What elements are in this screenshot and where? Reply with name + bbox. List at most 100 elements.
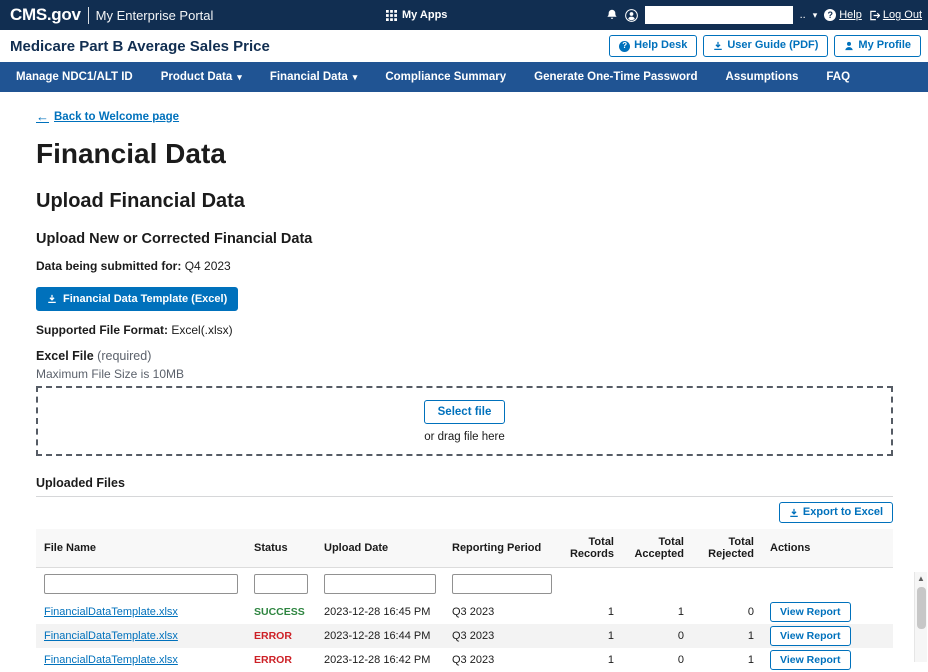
upload-date-cell: 2023-12-28 16:44 PM bbox=[316, 630, 444, 642]
reporting-period-cell: Q3 2023 bbox=[444, 630, 560, 642]
download-icon bbox=[47, 294, 57, 304]
user-guide-label: User Guide (PDF) bbox=[727, 39, 818, 52]
my-apps-label: My Apps bbox=[402, 9, 447, 21]
top-bar-branding: CMS.gov My Enterprise Portal bbox=[10, 5, 213, 25]
help-desk-question-icon: ? bbox=[619, 41, 630, 52]
cms-logo[interactable]: CMS.gov bbox=[10, 5, 81, 25]
upload-date-cell: 2023-12-28 16:42 PM bbox=[316, 654, 444, 666]
financial-data-template-button[interactable]: Financial Data Template (Excel) bbox=[36, 287, 238, 311]
back-to-welcome-link[interactable]: ← Back to Welcome page bbox=[36, 109, 179, 124]
column-header-total-accepted[interactable]: Total Accepted bbox=[622, 529, 692, 567]
section-title: Upload Financial Data bbox=[36, 190, 893, 213]
user-name-truncation: .. bbox=[800, 9, 806, 21]
total-rejected-cell: 1 bbox=[692, 654, 762, 666]
nav-item-assumptions[interactable]: Assumptions bbox=[712, 62, 813, 92]
column-header-actions: Actions bbox=[762, 535, 893, 561]
column-header-total-records[interactable]: Total Records bbox=[560, 529, 622, 567]
file-name-link[interactable]: FinancialDataTemplate.xlsx bbox=[44, 630, 178, 642]
uploaded-files-title: Uploaded Files bbox=[36, 476, 893, 490]
top-bar-utilities: .. ▾ ? Help Log Out bbox=[606, 6, 922, 24]
export-button-label: Export to Excel bbox=[803, 506, 883, 519]
nav-item-manage-ndc-alt-id[interactable]: Manage NDC1/ALT ID bbox=[2, 62, 147, 92]
table-body: FinancialDataTemplate.xlsx SUCCESS 2023-… bbox=[36, 600, 893, 672]
column-header-reporting-period[interactable]: Reporting Period bbox=[444, 535, 560, 561]
excel-file-line: Excel File (required) bbox=[36, 349, 893, 363]
nav-label: Assumptions bbox=[726, 71, 799, 83]
app-header-bar: Medicare Part B Average Sales Price ? He… bbox=[0, 30, 928, 62]
app-title: Medicare Part B Average Sales Price bbox=[10, 38, 270, 55]
table-row: FinancialDataTemplate.xlsx ERROR 2023-12… bbox=[36, 648, 893, 672]
table-scrollbar[interactable]: ▲ bbox=[914, 572, 927, 662]
total-rejected-cell: 0 bbox=[692, 606, 762, 618]
user-menu-chevron-down-icon[interactable]: ▾ bbox=[813, 11, 818, 20]
drag-file-hint: or drag file here bbox=[424, 431, 505, 443]
scrollbar-thumb[interactable] bbox=[917, 587, 926, 629]
submitted-for-value: Q4 2023 bbox=[185, 259, 231, 273]
help-label: Help bbox=[839, 9, 862, 21]
filter-upload-date-input[interactable] bbox=[324, 574, 436, 594]
supported-format-label: Supported File Format: bbox=[36, 323, 168, 337]
nav-item-generate-otp[interactable]: Generate One-Time Password bbox=[520, 62, 711, 92]
column-header-upload-date[interactable]: Upload Date bbox=[316, 535, 444, 561]
column-header-total-rejected[interactable]: Total Rejected bbox=[692, 529, 762, 567]
file-name-link[interactable]: FinancialDataTemplate.xlsx bbox=[44, 606, 178, 618]
column-header-file-name[interactable]: File Name bbox=[36, 535, 246, 561]
back-link-label: Back to Welcome page bbox=[54, 111, 179, 123]
main-navigation: Manage NDC1/ALT ID Product Data▾ Financi… bbox=[0, 62, 928, 92]
table-row: FinancialDataTemplate.xlsx SUCCESS 2023-… bbox=[36, 600, 893, 624]
filter-status-input[interactable] bbox=[254, 574, 308, 594]
top-bar: CMS.gov My Enterprise Portal My Apps .. … bbox=[0, 0, 928, 30]
logout-link[interactable]: Log Out bbox=[869, 9, 922, 21]
submitted-for-line: Data being submitted for: Q4 2023 bbox=[36, 259, 893, 273]
portal-name: My Enterprise Portal bbox=[96, 8, 214, 23]
supported-format-line: Supported File Format: Excel(.xlsx) bbox=[36, 323, 893, 337]
logout-label: Log Out bbox=[883, 9, 922, 21]
nav-label: Compliance Summary bbox=[385, 71, 506, 83]
status-badge: SUCCESS bbox=[246, 606, 316, 618]
submitted-for-label: Data being submitted for: bbox=[36, 259, 181, 273]
column-header-status[interactable]: Status bbox=[246, 535, 316, 561]
select-file-button[interactable]: Select file bbox=[424, 400, 506, 424]
nav-label: FAQ bbox=[826, 71, 850, 83]
help-desk-button[interactable]: ? Help Desk bbox=[609, 35, 697, 56]
nav-label: Product Data bbox=[161, 71, 233, 83]
download-icon bbox=[789, 508, 799, 518]
excel-file-label: Excel File bbox=[36, 349, 94, 363]
nav-item-compliance-summary[interactable]: Compliance Summary bbox=[371, 62, 520, 92]
user-avatar-icon[interactable] bbox=[625, 9, 638, 22]
nav-item-financial-data[interactable]: Financial Data▾ bbox=[256, 62, 372, 92]
left-arrow-icon: ← bbox=[36, 109, 49, 124]
file-dropzone[interactable]: Select file or drag file here bbox=[36, 386, 893, 456]
user-guide-button[interactable]: User Guide (PDF) bbox=[703, 35, 828, 56]
status-badge: ERROR bbox=[246, 630, 316, 642]
export-to-excel-button[interactable]: Export to Excel bbox=[779, 502, 893, 523]
help-link[interactable]: ? Help bbox=[824, 9, 862, 21]
nav-item-faq[interactable]: FAQ bbox=[812, 62, 864, 92]
subsection-title: Upload New or Corrected Financial Data bbox=[36, 231, 893, 247]
total-records-cell: 1 bbox=[560, 630, 622, 642]
profile-person-icon bbox=[844, 41, 854, 51]
download-icon bbox=[713, 41, 723, 51]
table-header-row: File Name Status Upload Date Reporting P… bbox=[36, 529, 893, 568]
nav-label: Generate One-Time Password bbox=[534, 71, 697, 83]
help-desk-label: Help Desk bbox=[634, 39, 687, 52]
filter-file-name-input[interactable] bbox=[44, 574, 238, 594]
nav-item-product-data[interactable]: Product Data▾ bbox=[147, 62, 256, 92]
my-profile-button[interactable]: My Profile bbox=[834, 35, 921, 56]
notifications-bell-icon[interactable] bbox=[606, 9, 618, 21]
file-name-link[interactable]: FinancialDataTemplate.xlsx bbox=[44, 654, 178, 666]
header-actions: ? Help Desk User Guide (PDF) My Profile bbox=[609, 35, 921, 56]
filter-reporting-period-input[interactable] bbox=[452, 574, 552, 594]
excel-file-required: (required) bbox=[97, 349, 151, 363]
reporting-period-cell: Q3 2023 bbox=[444, 606, 560, 618]
total-accepted-cell: 0 bbox=[622, 630, 692, 642]
logo-divider bbox=[88, 7, 89, 24]
my-apps-button[interactable]: My Apps bbox=[386, 0, 447, 30]
view-report-button[interactable]: View Report bbox=[770, 626, 851, 646]
view-report-button[interactable]: View Report bbox=[770, 602, 851, 622]
view-report-button[interactable]: View Report bbox=[770, 650, 851, 670]
total-records-cell: 1 bbox=[560, 654, 622, 666]
nav-label: Manage NDC1/ALT ID bbox=[16, 71, 133, 83]
total-accepted-cell: 1 bbox=[622, 606, 692, 618]
scroll-up-arrow-icon[interactable]: ▲ bbox=[917, 572, 925, 586]
